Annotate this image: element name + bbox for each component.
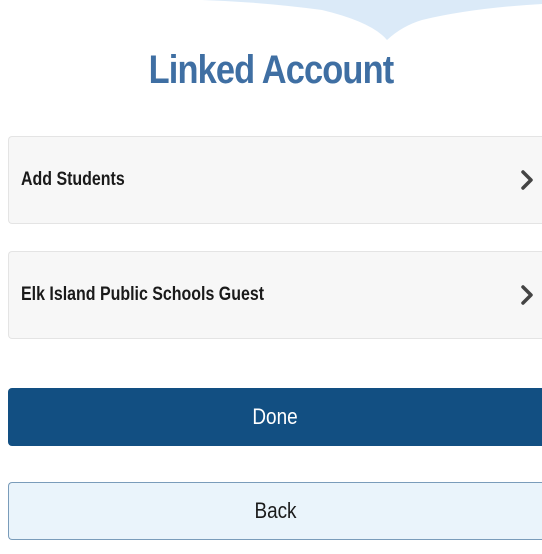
back-button[interactable]: Back	[8, 482, 542, 540]
done-button-label: Done	[252, 404, 298, 429]
list-item-elk-island-guest[interactable]: Elk Island Public Schools Guest	[8, 251, 542, 339]
done-button[interactable]: Done	[8, 388, 542, 446]
list-item-add-students[interactable]: Add Students	[8, 136, 542, 224]
page-title: Linked Account	[148, 48, 395, 92]
list-item-label: Elk Island Public Schools Guest	[21, 284, 265, 305]
back-button-label: Back	[254, 498, 297, 523]
chevron-right-icon	[521, 170, 533, 190]
list-item-label: Add Students	[21, 169, 125, 190]
chevron-right-icon	[521, 285, 533, 305]
linked-account-screen: Linked Account Add Students Elk Island P…	[0, 0, 542, 554]
